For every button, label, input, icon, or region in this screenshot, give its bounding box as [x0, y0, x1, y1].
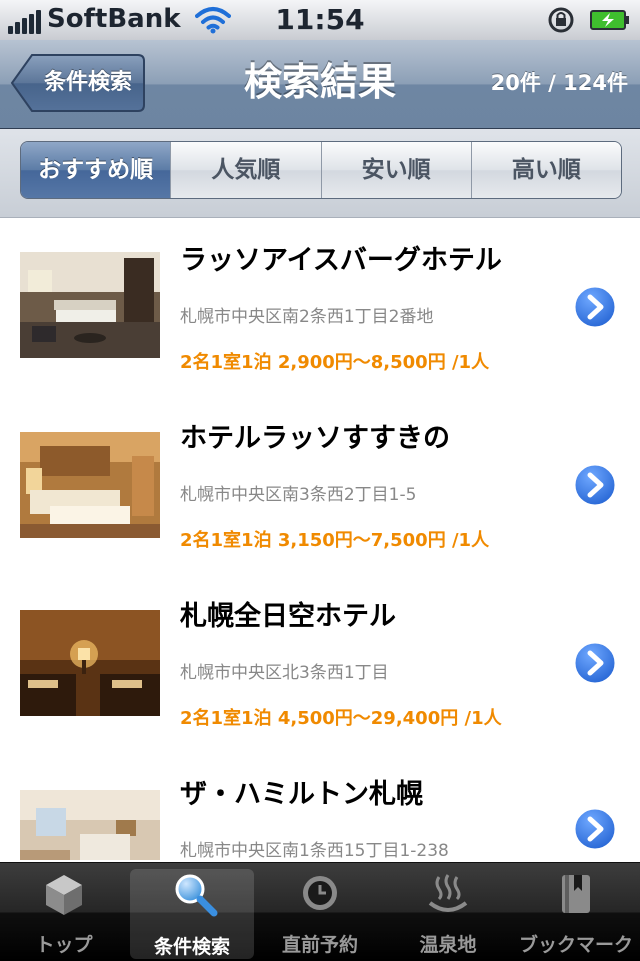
hotel-photo	[20, 610, 160, 716]
hotel-price: 2名1室1泊 3,150円〜7,500円 /1人	[180, 530, 490, 551]
back-button-label: 条件検索	[43, 70, 132, 95]
tab-top[interactable]: トップ	[2, 863, 126, 961]
tab-hot-spring[interactable]: 温泉地	[386, 863, 510, 961]
tab-bookmark[interactable]: ブックマーク	[514, 863, 638, 961]
page-title: 検索結果	[243, 60, 396, 104]
sort-segmented-control: おすすめ順 人気順 安い順 高い順	[20, 141, 622, 199]
hotel-address: 札幌市中央区南2条西1丁目2番地	[180, 307, 434, 327]
hotel-photo	[20, 432, 160, 538]
disclosure-button-icon[interactable]	[572, 806, 618, 852]
tab-label: 条件検索	[153, 936, 230, 958]
result-count: 20件 / 124件	[490, 71, 628, 95]
box-icon	[46, 875, 82, 915]
hotel-name: ホテルラッソすすきの	[180, 423, 450, 454]
status-time: 11:54	[275, 3, 365, 36]
search-icon	[175, 874, 218, 917]
hotel-row[interactable]: ザ・ハミルトン札幌 札幌市中央区南1条西15丁目1-238	[0, 752, 640, 860]
hotel-row[interactable]: ラッソアイスバーグホテル 札幌市中央区南2条西1丁目2番地 2名1室1泊 2,9…	[0, 218, 640, 397]
status-bar: SoftBank 11:54	[0, 0, 640, 41]
hotel-address: 札幌市中央区北3条西1丁目	[180, 663, 389, 683]
tab-bar: トップ 条件検索 直前予約 温泉地 ブックマーク	[0, 862, 640, 961]
hotel-list: ラッソアイスバーグホテル 札幌市中央区南2条西1丁目2番地 2名1室1泊 2,9…	[0, 218, 640, 860]
hotel-photo	[20, 790, 160, 860]
sort-option-cheapest[interactable]: 安い順	[320, 142, 471, 198]
tab-label: ブックマーク	[518, 934, 633, 956]
back-button[interactable]: 条件検索	[10, 53, 146, 113]
disclosure-button-icon[interactable]	[572, 462, 618, 508]
tab-label: 温泉地	[419, 934, 477, 956]
hotel-name: 札幌全日空ホテル	[180, 601, 396, 632]
sort-option-recommended[interactable]: おすすめ順	[21, 142, 171, 198]
sort-option-highest[interactable]: 高い順	[470, 142, 621, 198]
tab-label: 直前予約	[281, 934, 358, 956]
clock-icon	[303, 876, 337, 910]
tab-search[interactable]: 条件検索	[130, 869, 254, 959]
tab-label: トップ	[35, 934, 93, 956]
hotel-address: 札幌市中央区南1条西15丁目1-238	[180, 841, 449, 860]
hotel-row[interactable]: ホテルラッソすすきの 札幌市中央区南3条西2丁目1-5 2名1室1泊 3,150…	[0, 396, 640, 575]
hotel-name: ザ・ハミルトン札幌	[180, 779, 423, 810]
navigation-bar: 条件検索 検索結果 20件 / 124件	[0, 40, 640, 129]
hotel-name: ラッソアイスバーグホテル	[180, 245, 502, 276]
hotel-address: 札幌市中央区南3条西2丁目1-5	[180, 485, 417, 505]
sort-bar: おすすめ順 人気順 安い順 高い順	[0, 129, 640, 218]
disclosure-button-icon[interactable]	[572, 284, 618, 330]
disclosure-button-icon[interactable]	[572, 640, 618, 686]
hotel-row[interactable]: 札幌全日空ホテル 札幌市中央区北3条西1丁目 2名1室1泊 4,500円〜29,…	[0, 574, 640, 753]
hotel-price: 2名1室1泊 2,900円〜8,500円 /1人	[180, 352, 490, 373]
tab-last-minute[interactable]: 直前予約	[258, 863, 382, 961]
orientation-lock-icon	[548, 7, 574, 33]
battery-charging-icon	[590, 10, 629, 30]
bookmark-icon	[562, 875, 590, 913]
hotel-photo	[20, 252, 160, 358]
sort-option-popular[interactable]: 人気順	[170, 142, 321, 198]
hotel-price: 2名1室1泊 4,500円〜29,400円 /1人	[180, 708, 502, 729]
hot-spring-icon	[428, 874, 468, 912]
